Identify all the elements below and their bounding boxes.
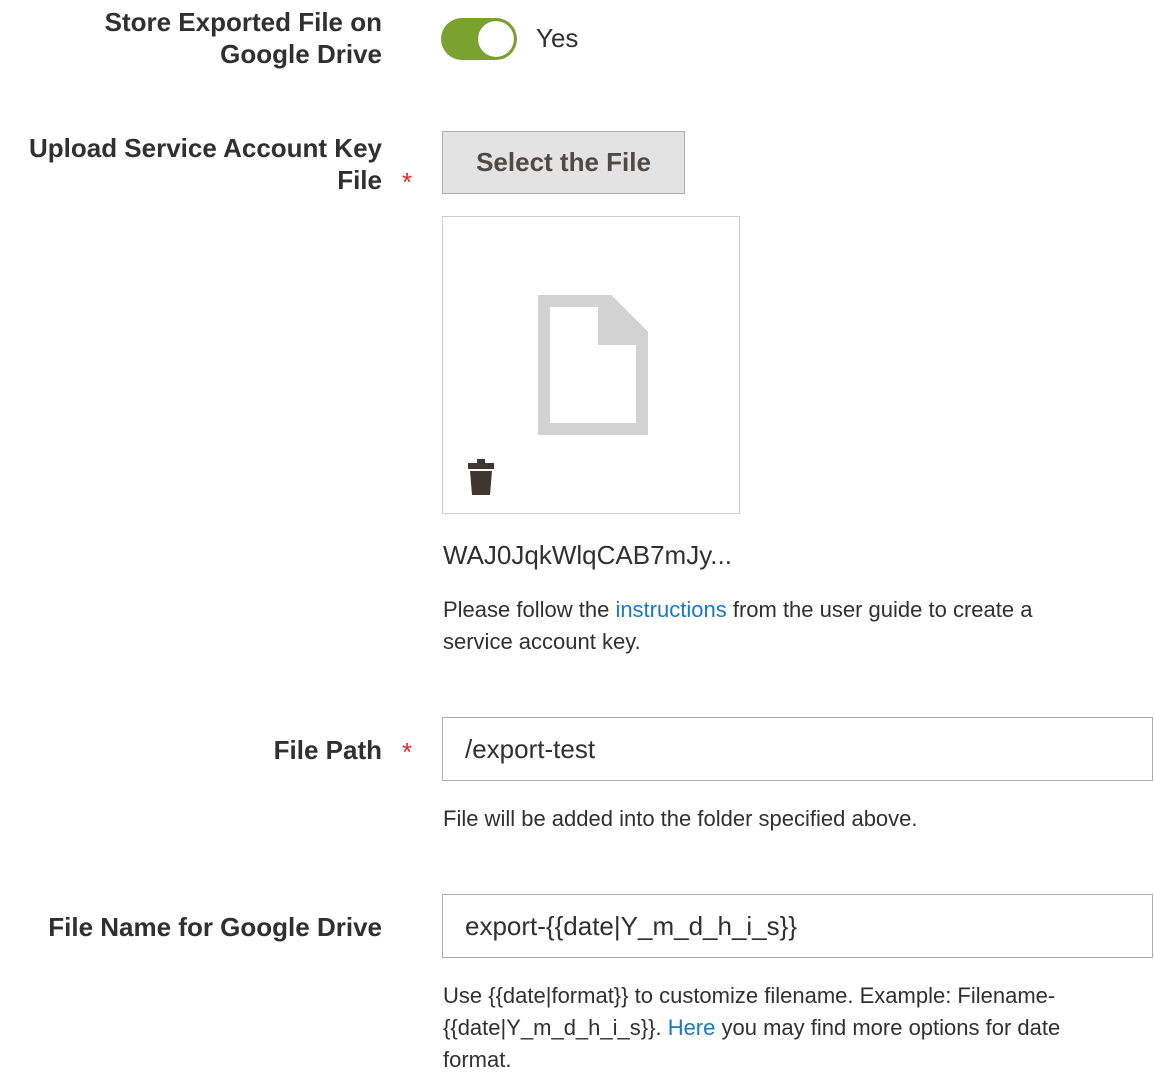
- store-on-drive-label-line2: Google Drive: [220, 39, 382, 69]
- uploaded-file-name: WAJ0JqkWlqCAB7mJy...: [443, 540, 732, 570]
- store-on-drive-toggle[interactable]: [441, 18, 517, 60]
- file-name-label: File Name for Google Drive: [48, 912, 382, 942]
- toggle-knob: [478, 21, 514, 57]
- file-name-note-line1: Use {{date|format}} to customize filenam…: [443, 983, 1056, 1008]
- file-name-input[interactable]: [442, 894, 1153, 958]
- note-text: Please follow the: [443, 597, 616, 622]
- export-settings-form: Store Exported File on Google Drive Yes …: [0, 0, 1154, 1075]
- store-on-drive-toggle-text: Yes: [536, 23, 579, 53]
- upload-key-label: Upload Service Account Key File: [29, 132, 382, 196]
- file-name-note-line3: format.: [443, 1047, 512, 1072]
- upload-key-label-line2: File: [337, 165, 382, 195]
- upload-key-note: Please follow the instructions from the …: [443, 594, 1032, 658]
- upload-key-note-line2: service account key.: [443, 629, 641, 654]
- note-text: you may find more options for date: [715, 1015, 1061, 1040]
- store-on-drive-label-line1: Store Exported File on: [104, 7, 382, 37]
- instructions-link[interactable]: instructions: [615, 597, 726, 622]
- file-path-input[interactable]: [442, 717, 1153, 781]
- file-preview: [442, 216, 740, 514]
- file-path-note: File will be added into the folder speci…: [443, 806, 918, 831]
- document-icon: [538, 295, 648, 435]
- note-text: {{date|Y_m_d_h_i_s}}.: [443, 1015, 668, 1040]
- upload-key-label-line1: Upload Service Account Key: [28, 133, 382, 163]
- select-file-button[interactable]: Select the File: [442, 131, 685, 194]
- file-path-required-mark: *: [402, 737, 413, 767]
- store-on-drive-label: Store Exported File on Google Drive: [105, 6, 382, 70]
- file-name-note-line2: {{date|Y_m_d_h_i_s}}. Here you may find …: [443, 1012, 1060, 1044]
- trash-icon[interactable]: [467, 459, 495, 495]
- file-name-note: Use {{date|format}} to customize filenam…: [443, 980, 1060, 1075]
- file-path-label: File Path: [273, 735, 382, 765]
- note-text: from the user guide to create a: [726, 597, 1033, 622]
- upload-key-required-mark: *: [402, 167, 413, 197]
- upload-key-note-line1: Please follow the instructions from the …: [443, 594, 1032, 626]
- date-format-help-link[interactable]: Here: [668, 1015, 716, 1040]
